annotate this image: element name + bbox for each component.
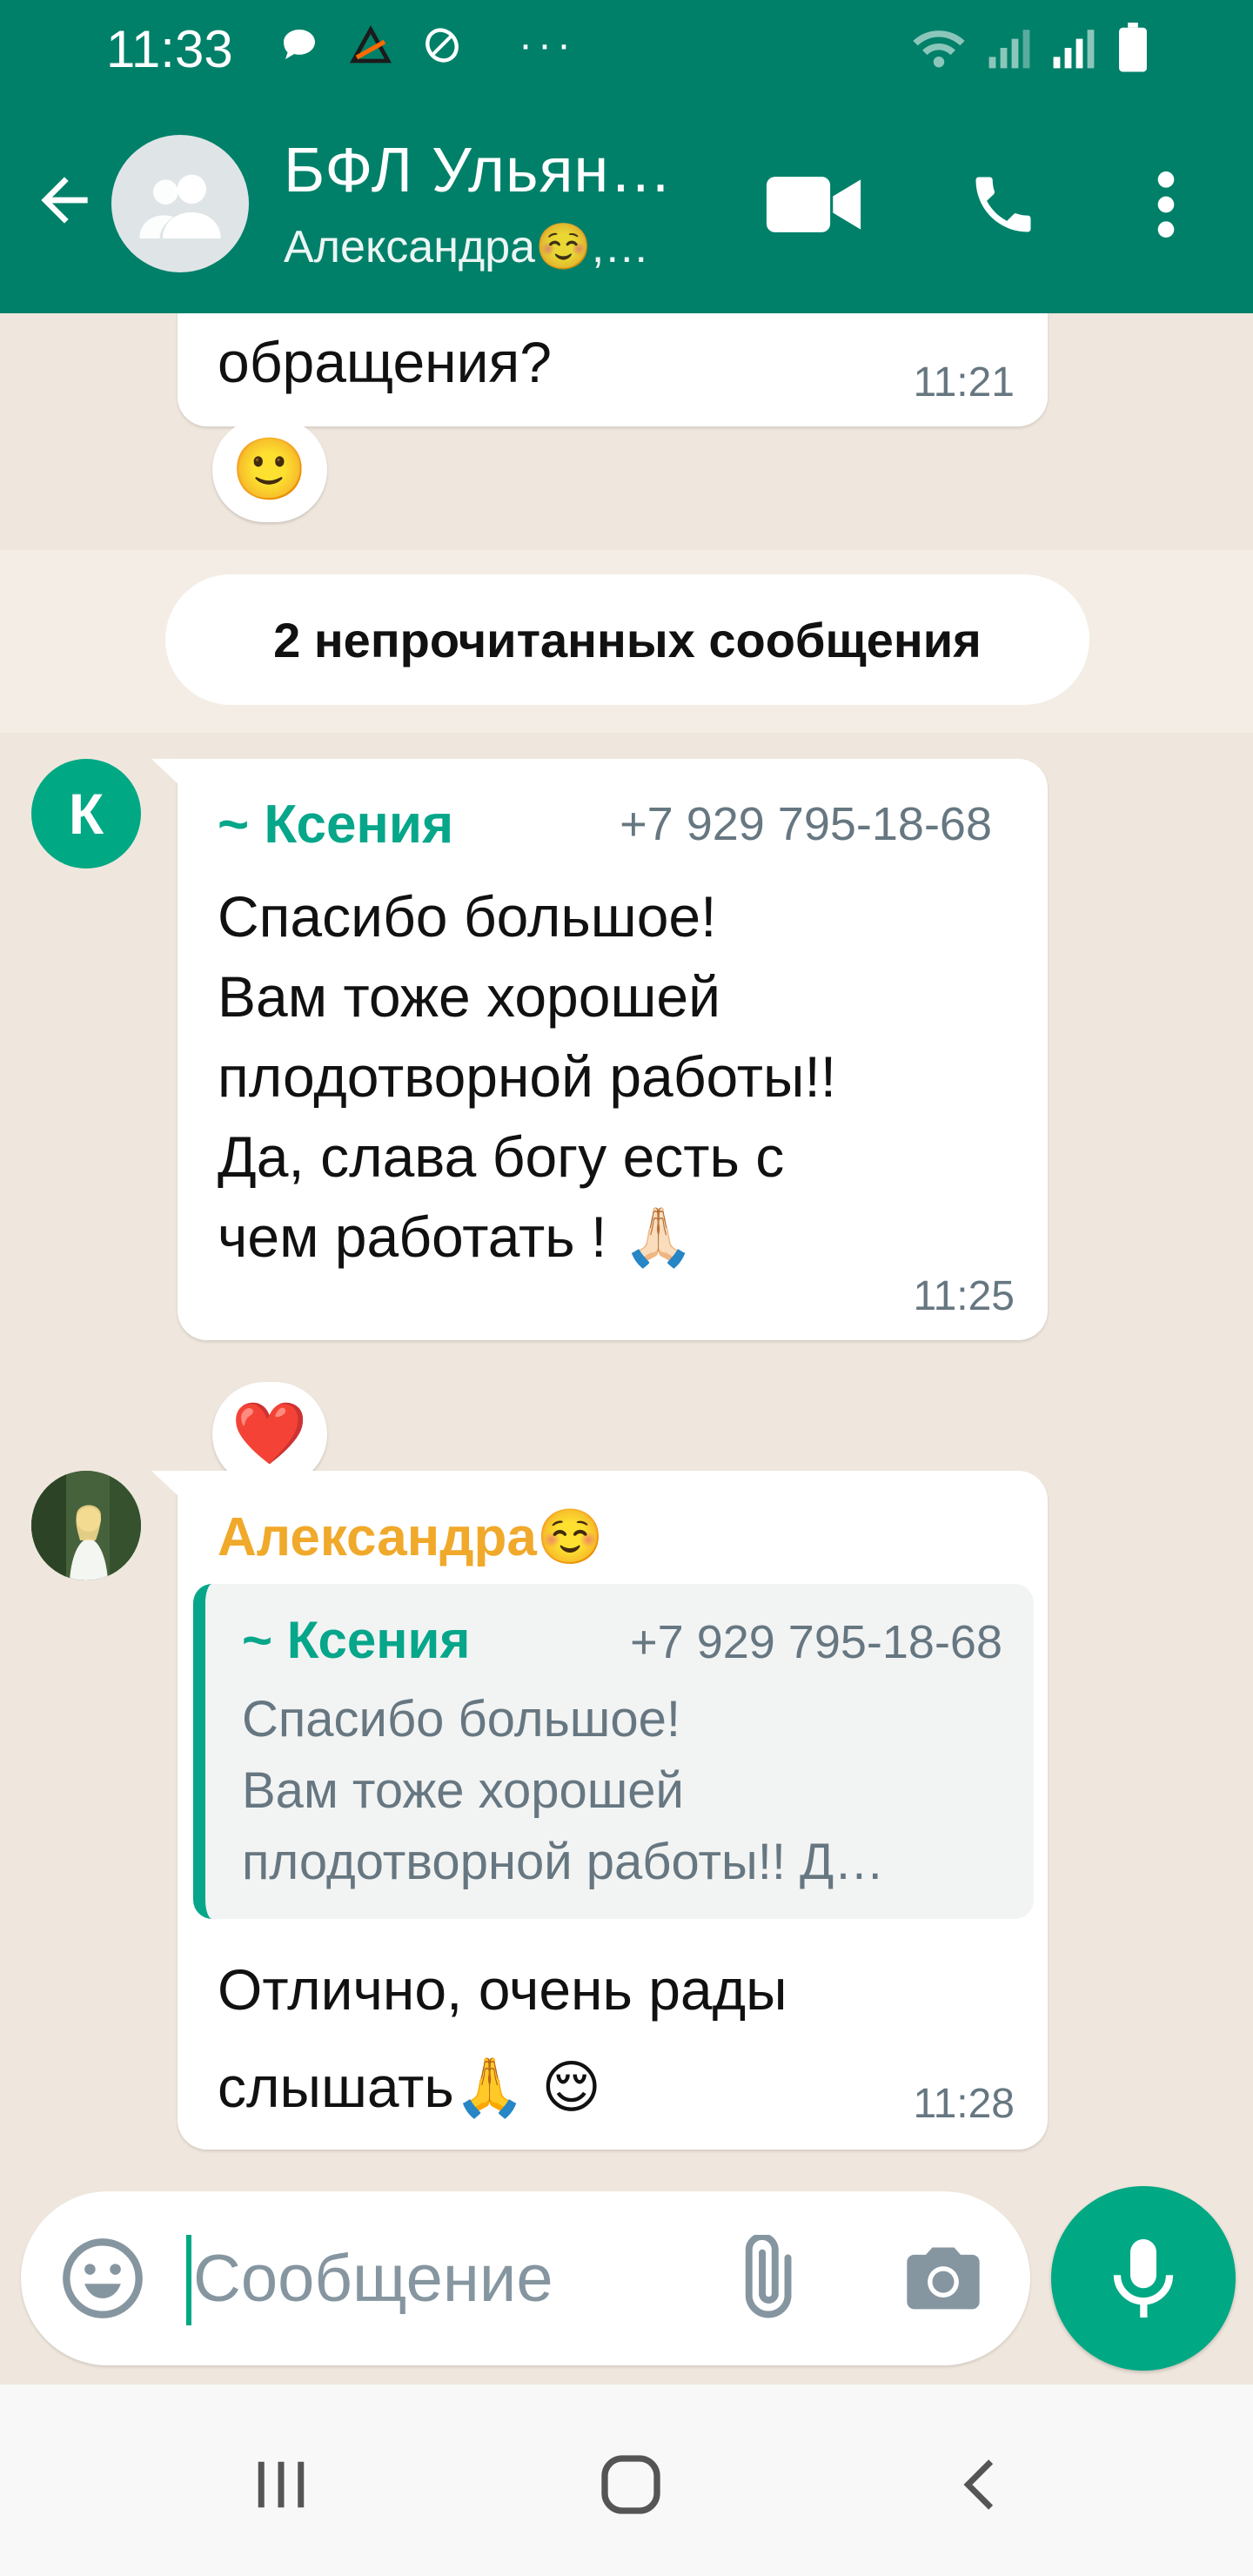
unread-divider: 2 непрочитанных сообщения [165,574,1089,705]
text-cursor [186,2235,191,2325]
leaf-icon [425,28,459,63]
home-icon [601,2455,660,2514]
status-more-dots: ··· [519,22,576,68]
chat-messages[interactable]: обращения? 11:21 🙂 2 непрочитанных сообщ… [0,313,1253,2385]
message-bubble[interactable]: ~ Ксения +7 929 795-18-68 Спасибо большо… [151,759,1048,1340]
back-chevron-icon [963,2459,994,2510]
quoted-text: Спасибо большое! Вам тоже хорошей плодот… [242,1691,885,1890]
recents-icon [258,2461,305,2508]
message-time: 11:21 [913,359,1015,406]
sender-name[interactable]: Александра☺️ [218,1506,604,1569]
back-arrow-icon[interactable] [30,165,99,235]
bubble-tail [151,1471,179,1497]
message-input[interactable] [193,2226,680,2331]
signal-icon [988,30,1030,69]
chat-subtitle[interactable]: Александра☺️,… [284,220,649,273]
message-text: обращения? [218,330,552,394]
video-call-button[interactable] [766,161,861,248]
sender-phone: +7 929 795-18-68 [620,798,992,850]
message-reaction[interactable]: 🙂 [212,418,327,522]
message-time: 11:25 [913,1273,1015,1319]
message-bubble[interactable]: Александра☺️ ~ Ксения +7 929 795-18-68 С… [151,1471,1048,2150]
system-navigation-bar [0,2385,1253,2576]
sender-avatar[interactable]: К [31,759,141,869]
emoji-icon[interactable] [59,2235,146,2322]
chat-bubble-icon [284,30,315,59]
microphone-icon [1113,2239,1174,2318]
recents-button[interactable] [233,2437,329,2532]
group-avatar-icon[interactable] [111,135,249,272]
sender-avatar[interactable] [31,1471,141,1580]
message-time: 11:28 [913,2081,1015,2127]
more-vert-icon [1157,171,1175,238]
more-options-button[interactable] [1118,161,1214,248]
video-call-icon [766,177,861,232]
message-text: Спасибо большое! Вам тоже хорошей плодот… [218,884,837,1269]
bubble-tail [151,759,179,785]
sender-name[interactable]: ~ Ксения [218,794,453,855]
phone-call-button[interactable] [955,161,1051,248]
status-notification-icons: ··· [278,24,576,66]
signal-icon [1053,30,1095,69]
warning-app-icon [350,25,392,64]
message-text: Отлично, очень рады слышать🙏 😌 [218,1957,787,2119]
back-button[interactable] [933,2437,1029,2532]
phone-call-icon [975,177,1031,232]
voice-record-button[interactable] [1051,2186,1236,2371]
wifi-icon [913,30,965,68]
app-header: 11:33 ··· БФЛ Ульян… Александра☺️,… [0,0,1253,313]
status-time: 11:33 [106,20,233,78]
home-button[interactable] [583,2437,679,2532]
message-composer [21,2191,1030,2365]
message-bubble[interactable]: обращения? 11:21 [178,313,1048,426]
quoted-message[interactable]: ~ Ксения +7 929 795-18-68 Спасибо большо… [193,1584,1034,1919]
attach-icon[interactable] [717,2235,813,2322]
quoted-sender-phone: +7 929 795-18-68 [630,1616,1002,1668]
chat-title[interactable]: БФЛ Ульян… [284,135,673,206]
quoted-sender-name: ~ Ксения [242,1611,471,1669]
camera-icon[interactable] [900,2237,987,2324]
avatar-photo [31,1471,141,1580]
status-system-icons [910,23,1150,73]
battery-icon [1119,23,1147,72]
